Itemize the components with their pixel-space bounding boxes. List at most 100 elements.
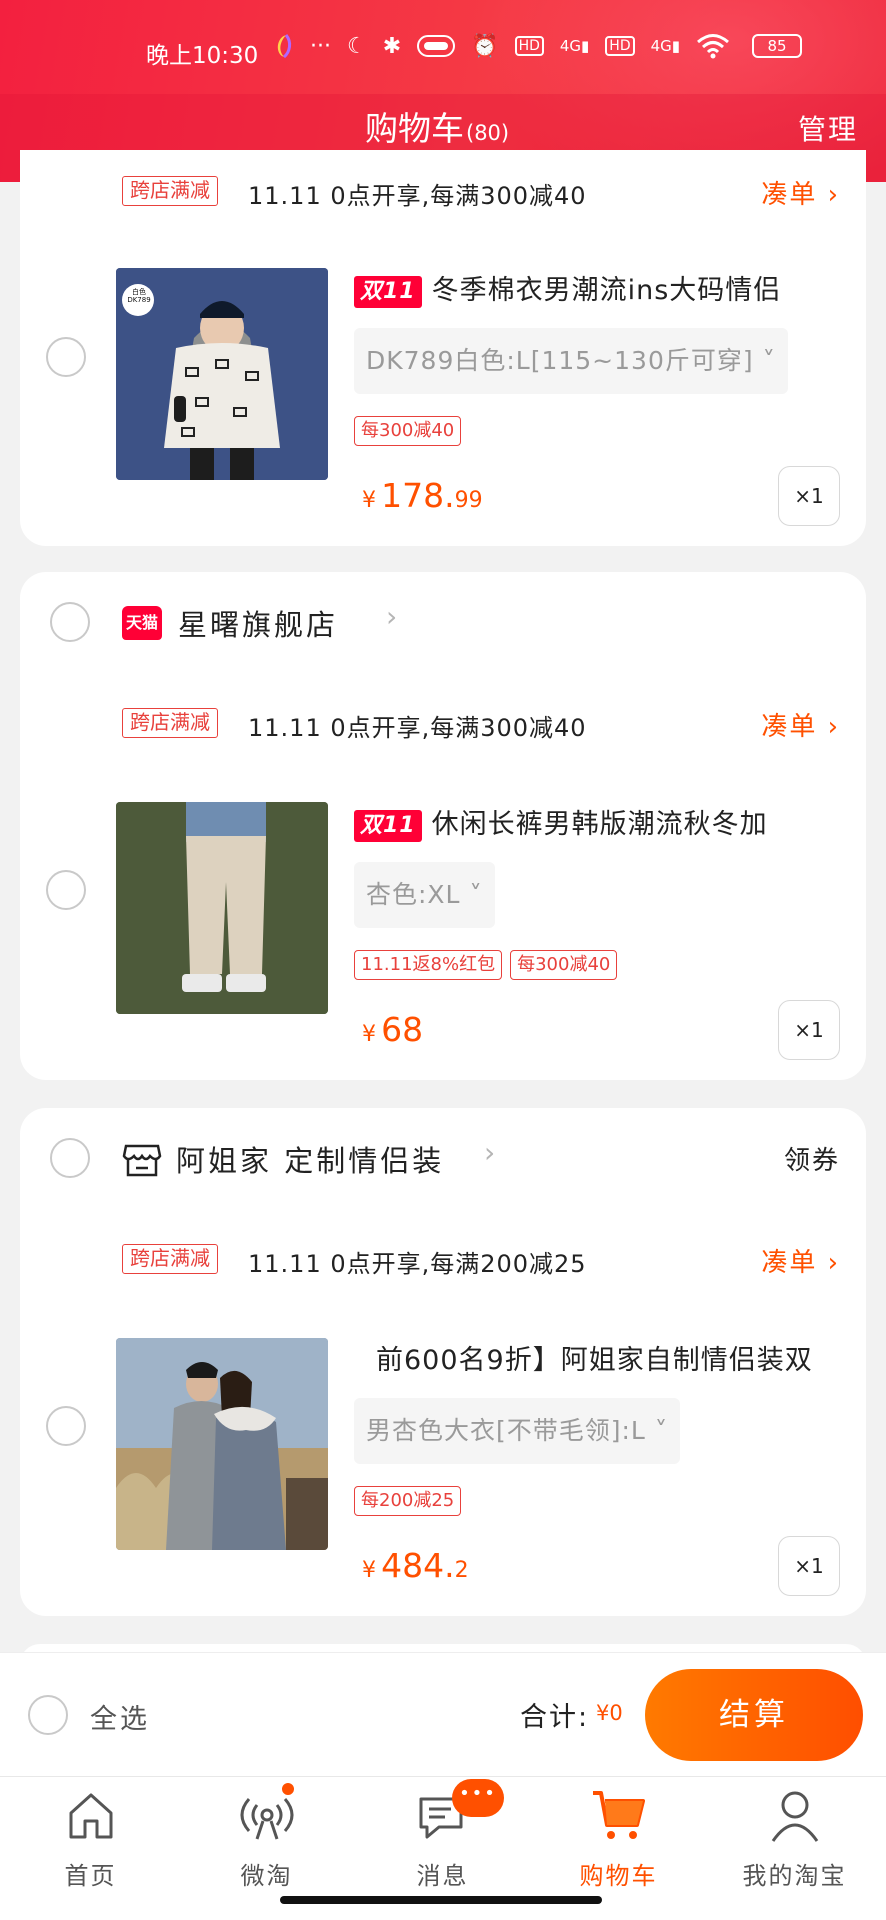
discount-tag: 每200减25 [354, 1486, 462, 1516]
cross-store-tag: 跨店满减 [122, 176, 218, 206]
wifi-icon [697, 34, 730, 59]
tab-messages[interactable]: ••• 消息 [354, 1777, 531, 1897]
store-card: 天猫 星曙旗舰店 › 跨店满减 11.11 0点开享,每满300减40 凑单 ›… [20, 572, 866, 1080]
product-image[interactable]: 白色 DK789 [116, 268, 328, 480]
price-currency: ¥ [362, 488, 376, 513]
nfc-icon [417, 35, 456, 57]
price-integer: 178. [381, 476, 455, 515]
product-photo-pants [116, 802, 328, 1014]
notification-dot [280, 1781, 296, 1797]
product-title-text: 冬季棉衣男潮流ins大码情侣 [431, 275, 782, 306]
status-time: 晚上10:30 [146, 43, 259, 69]
tab-label: 首页 [64, 1862, 117, 1890]
item-checkbox[interactable] [46, 337, 86, 377]
product-title[interactable]: 双11 冬季棉衣男潮流ins大码情侣 [354, 268, 854, 308]
moon-icon: ☾ [346, 33, 367, 59]
tab-label: 我的淘宝 [742, 1862, 847, 1890]
page-title: 购物车(80) [365, 102, 509, 150]
total-label: 合计: [520, 1702, 590, 1733]
store-name[interactable]: 阿姐家 定制情侣装 [176, 1138, 444, 1180]
cross-store-tag: 跨店满减 [122, 708, 218, 738]
product-title[interactable]: 前600名9折】阿姐家自制情侣装双 [376, 1338, 876, 1377]
tmall-badge: 天猫 [122, 606, 162, 640]
checkout-button[interactable]: 结算 [645, 1669, 863, 1761]
alarm-icon: ⏰ [471, 33, 499, 59]
select-all-label[interactable]: 全选 [90, 1697, 150, 1736]
product-price: ¥ 178.99 [362, 476, 483, 515]
more-dots-icon: ··· [310, 33, 331, 59]
tab-label: 微淘 [240, 1862, 293, 1890]
sku-selector[interactable]: 男杏色大衣[不带毛领]:L ˅ [354, 1398, 681, 1464]
promo-text: 11.11 0点开享,每满300减40 [248, 182, 587, 210]
add-on-link[interactable]: 凑单 › [761, 1242, 840, 1279]
cart-icon [592, 1791, 645, 1839]
store-card: 阿姐家 定制情侣装 › 领券 跨店满减 11.11 0点开享,每满200减25 … [20, 1108, 866, 1616]
price-currency: ¥ [362, 1022, 376, 1047]
double11-badge: 双11 [354, 275, 422, 308]
total-value: ¥0 [596, 1701, 623, 1725]
product-image[interactable] [116, 1338, 328, 1550]
product-title-text: 休闲长裤男韩版潮流秋冬加 [431, 809, 768, 840]
tab-profile[interactable]: 我的淘宝 [706, 1777, 883, 1897]
shop-icon [122, 1144, 162, 1177]
app-icon [277, 34, 292, 59]
item-checkbox[interactable] [46, 1406, 86, 1446]
discount-tag: 每300减40 [510, 950, 618, 980]
promo-tags: 每300减40 [354, 416, 462, 446]
store-checkbox[interactable] [50, 1138, 90, 1178]
hd-icon: HD [514, 36, 544, 56]
promo-text: 11.11 0点开享,每满200减25 [248, 1250, 587, 1278]
price-integer: 68 [381, 1010, 424, 1049]
home-indicator[interactable] [280, 1896, 602, 1904]
checkout-bar: 全选 合计: ¥0 结算 [0, 1652, 886, 1776]
sku-selector[interactable]: DK789白色:L[115~130斤可穿] ˅ [354, 328, 789, 394]
status-bar: 晚上10:30 ··· ☾ ✱ ⏰ HD 4G▮ HD 4G▮ 85 [0, 28, 886, 72]
tab-cart[interactable]: 购物车 [530, 1777, 707, 1897]
promo-tags: 每200减25 [354, 1486, 462, 1516]
store-name[interactable]: 星曙旗舰店 [178, 602, 338, 644]
home-icon [69, 1793, 112, 1839]
product-title[interactable]: 双11 休闲长裤男韩版潮流秋冬加 [354, 802, 854, 842]
battery-icon: 85 [752, 34, 803, 58]
title-bar: 购物车(80) 管理 [0, 98, 886, 158]
tab-weitao[interactable]: 微淘 [178, 1777, 355, 1897]
discount-tag: 每300减40 [354, 416, 462, 446]
add-on-link[interactable]: 凑单 › [761, 706, 840, 743]
sku-selector[interactable]: 杏色:XL ˅ [354, 862, 495, 928]
product-photo-couple [116, 1338, 328, 1550]
quantity-stepper[interactable]: ×1 [778, 466, 840, 526]
chevron-right-icon: › [386, 600, 398, 633]
get-coupon-button[interactable]: 领券 [784, 1140, 840, 1177]
price-decimal: 2 [454, 1558, 469, 1583]
add-on-link[interactable]: 凑单 › [761, 174, 840, 211]
cart-count: (80) [466, 121, 510, 145]
price-currency: ¥ [362, 1558, 376, 1583]
store-card: 跨店满减 11.11 0点开享,每满300减40 凑单 › 白色 DK789 双… [20, 150, 866, 546]
product-price: ¥ 68 [362, 1010, 423, 1049]
redpacket-tag: 11.11返8%红包 [354, 950, 503, 980]
profile-icon [771, 1791, 818, 1842]
quantity-stepper[interactable]: ×1 [778, 1000, 840, 1060]
tab-label: 购物车 [579, 1862, 658, 1890]
item-checkbox[interactable] [46, 870, 86, 910]
chevron-right-icon: › [484, 1136, 496, 1169]
signal-4g-icon: 4G▮ [559, 37, 590, 55]
bluetooth-icon: ✱ [382, 33, 402, 59]
status-icons: ··· ☾ ✱ ⏰ HD 4G▮ HD 4G▮ 85 [272, 32, 803, 60]
store-checkbox[interactable] [50, 602, 90, 642]
thumb-label: 白色 DK789 [127, 288, 151, 304]
tab-label: 消息 [416, 1862, 469, 1890]
hd-icon: HD [605, 36, 635, 56]
cross-store-tag: 跨店满减 [122, 1244, 218, 1274]
select-all-checkbox[interactable] [28, 1695, 68, 1735]
manage-button[interactable]: 管理 [798, 108, 858, 148]
product-price: ¥ 484.2 [362, 1546, 469, 1585]
promo-text: 11.11 0点开享,每满300减40 [248, 714, 587, 742]
product-image[interactable] [116, 802, 328, 1014]
price-decimal: 99 [454, 488, 483, 513]
signal-4g-icon: 4G▮ [650, 37, 681, 55]
message-badge: ••• [452, 1779, 504, 1817]
promo-tags: 11.11返8%红包 每300减40 [354, 950, 618, 980]
quantity-stepper[interactable]: ×1 [778, 1536, 840, 1596]
tab-home[interactable]: 首页 [2, 1777, 179, 1897]
